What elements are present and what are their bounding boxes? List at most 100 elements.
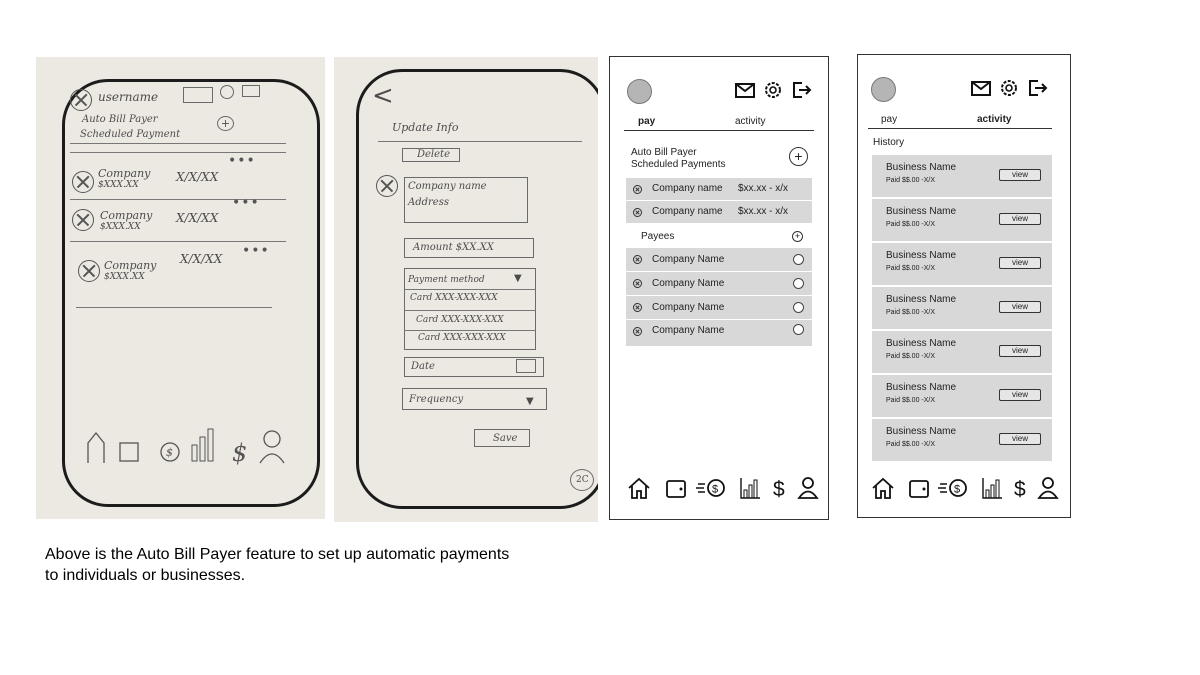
business-name: Business Name	[886, 162, 957, 173]
profile-icon[interactable]	[796, 475, 820, 501]
view-button[interactable]: view	[999, 301, 1041, 313]
title-line-2: Scheduled Payment	[80, 129, 181, 140]
back-arrow: <	[372, 81, 394, 111]
section-title-line-2: Scheduled Payments	[631, 159, 726, 170]
divider	[404, 310, 536, 311]
history-row[interactable]: Business Name Paid $$.00 -X/X view	[872, 419, 1052, 461]
tab-activity[interactable]: activity	[735, 116, 766, 127]
home-icon[interactable]	[870, 475, 896, 501]
profile-icon[interactable]	[1036, 475, 1060, 501]
view-button[interactable]: view	[999, 433, 1041, 445]
payee-radio[interactable]	[793, 278, 804, 289]
remove-icon[interactable]	[633, 208, 642, 217]
paid-info: Paid $$.00 -X/X	[886, 441, 936, 448]
mail-icon[interactable]	[734, 79, 756, 101]
gear-icon[interactable]	[998, 77, 1020, 99]
business-name: Business Name	[886, 426, 957, 437]
payee-radio[interactable]	[793, 324, 804, 335]
payee-row[interactable]: Company Name	[626, 248, 812, 271]
remove-icon[interactable]	[633, 303, 642, 312]
payee-radio[interactable]	[793, 254, 804, 265]
wireframe-activity-screen: pay activity History Business Name Paid $…	[857, 54, 1071, 518]
divider	[76, 307, 272, 308]
company-name: Company name	[652, 183, 723, 194]
payee-row[interactable]: Company Name	[626, 320, 812, 346]
svg-text:$: $	[773, 478, 785, 501]
history-row[interactable]: Business Name Paid $$.00 -X/X view	[872, 375, 1052, 417]
tab-bar: pay activity	[868, 111, 1052, 129]
chart-icon[interactable]	[980, 475, 1004, 501]
history-row[interactable]: Business Name Paid $$.00 -X/X view	[872, 287, 1052, 329]
bottom-nav: $ $	[858, 475, 1070, 505]
more-dots: •••	[228, 153, 256, 169]
business-name: Business Name	[886, 382, 957, 393]
logout-icon[interactable]	[790, 79, 812, 101]
view-button[interactable]: view	[999, 389, 1041, 401]
chart-icon[interactable]	[738, 475, 762, 501]
history-row[interactable]: Business Name Paid $$.00 -X/X view	[872, 243, 1052, 285]
home-icon[interactable]	[626, 475, 652, 501]
page-marker: 2C	[570, 469, 594, 491]
payee-row[interactable]: Company Name	[626, 296, 812, 319]
paid-info: Paid $$.00 -X/X	[886, 177, 936, 184]
business-name: Business Name	[886, 294, 957, 305]
divider	[404, 330, 536, 331]
remove-icon[interactable]	[633, 327, 642, 336]
sketch-nav-icons: $ $	[87, 428, 285, 465]
dollar-icon[interactable]: $	[1012, 475, 1030, 501]
remove-icon[interactable]	[633, 255, 642, 264]
avatar[interactable]	[627, 79, 652, 104]
payee-name: Company Name	[652, 325, 725, 336]
remove-icon[interactable]	[633, 279, 642, 288]
tab-activity[interactable]: activity	[977, 114, 1011, 125]
row-date: X/X/XX	[176, 211, 219, 225]
row-date: X/X/XX	[180, 252, 223, 266]
business-name: Business Name	[886, 206, 957, 217]
logout-icon[interactable]	[1026, 77, 1048, 99]
row-company: Company	[104, 259, 157, 272]
gear-icon[interactable]	[762, 79, 784, 101]
send-money-icon[interactable]: $	[696, 475, 728, 501]
history-row[interactable]: Business Name Paid $$.00 -X/X view	[872, 199, 1052, 241]
amount-field: Amount $XX.XX	[404, 238, 534, 258]
dropdown-arrow: ▼	[514, 273, 522, 284]
dollar-icon[interactable]: $	[771, 475, 789, 501]
delete-button: Delete	[402, 148, 460, 162]
scheduled-payment-row[interactable]: Company name $xx.xx - x/x	[626, 178, 812, 200]
payees-label: Payees	[641, 231, 675, 242]
row-amount: $XXX.XX	[104, 272, 145, 282]
paid-info: Paid $$.00 -X/X	[886, 221, 936, 228]
add-payee-button[interactable]: +	[792, 231, 803, 242]
payee-row[interactable]: Company Name	[626, 272, 812, 295]
sketch-update-info-screen: < Update Info Delete Company name Addres…	[334, 57, 598, 522]
history-row[interactable]: Business Name Paid $$.00 -X/X view	[872, 331, 1052, 373]
card-option: Card XXX-XXX-XXX	[410, 293, 498, 303]
tab-pay[interactable]: pay	[881, 114, 897, 125]
dropdown-arrow: ▼	[526, 396, 534, 407]
view-button[interactable]: view	[999, 345, 1041, 357]
paid-info: Paid $$.00 -X/X	[886, 265, 936, 272]
tab-bar: pay activity	[624, 113, 814, 131]
payee-radio[interactable]	[793, 302, 804, 313]
payee-name: Company Name	[652, 254, 725, 265]
view-button[interactable]: view	[999, 169, 1041, 181]
view-button[interactable]: view	[999, 213, 1041, 225]
svg-text:$: $	[166, 446, 173, 459]
add-scheduled-button[interactable]: +	[789, 147, 808, 166]
wallet-icon[interactable]	[664, 475, 688, 501]
history-row[interactable]: Business Name Paid $$.00 -X/X view	[872, 155, 1052, 197]
divider	[404, 289, 536, 290]
remove-icon[interactable]	[633, 185, 642, 194]
svg-text:$: $	[1014, 478, 1026, 501]
scheduled-payment-row[interactable]: Company name $xx.xx - x/x	[626, 201, 812, 223]
view-button[interactable]: view	[999, 257, 1041, 269]
avatar[interactable]	[871, 77, 896, 102]
mail-icon[interactable]	[970, 77, 992, 99]
tab-pay[interactable]: pay	[638, 116, 655, 127]
send-money-icon[interactable]: $	[938, 475, 970, 501]
add-icon: +	[217, 116, 234, 131]
avatar-placeholder	[70, 89, 92, 111]
paid-info: Paid $$.00 -X/X	[886, 397, 936, 404]
caption: Above is the Auto Bill Payer feature to …	[45, 546, 510, 584]
wallet-icon[interactable]	[907, 475, 931, 501]
